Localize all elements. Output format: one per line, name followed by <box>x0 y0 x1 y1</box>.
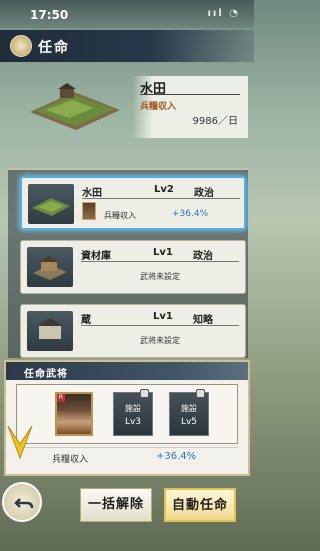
facility-slot-2[interactable]: 施設 Lv5 <box>169 389 209 436</box>
card-stat-label: 兵糧収入 <box>104 211 136 220</box>
general-portrait[interactable]: R <box>55 392 93 436</box>
card-status: 武将未設定 <box>140 336 180 345</box>
assign-header: 任命武将 <box>6 362 248 380</box>
back-button[interactable] <box>2 482 42 522</box>
assign-slots: R 施設 Lv3 施設 Lv5 <box>16 384 238 444</box>
facility-preview <box>24 70 248 140</box>
card-level: Lv1 <box>153 247 173 258</box>
facility-card-warehouse[interactable]: 蔵 Lv1 知略 武将未設定 <box>20 304 246 358</box>
slot-level: Lv3 <box>124 417 142 427</box>
rice-field-icon <box>32 198 70 216</box>
preview-stat-label: 兵糧収入 <box>140 102 177 112</box>
card-divider <box>81 261 239 262</box>
slot-label: 施設 <box>125 404 141 413</box>
card-attribute: 政治 <box>193 251 213 262</box>
facility-slot-1[interactable]: 施設 Lv3 <box>113 389 153 436</box>
slot-level: Lv5 <box>180 417 198 427</box>
facility-card-paddy[interactable]: 水田 Lv2 政治 兵糧収入 +36.4% <box>20 176 246 230</box>
preview-divider <box>140 94 240 95</box>
card-status: 武将未設定 <box>140 272 180 281</box>
assign-divider <box>16 447 238 448</box>
storehouse-icon <box>33 256 67 280</box>
card-divider <box>82 198 240 199</box>
facility-thumb <box>27 247 73 287</box>
auto-assign-button[interactable]: 自動任命 <box>164 488 236 522</box>
card-divider <box>81 325 239 326</box>
title-bar: 任命 <box>0 30 254 62</box>
card-level: Lv2 <box>154 184 174 195</box>
emblem-icon <box>10 35 32 57</box>
assign-panel: 任命武将 R 施設 Lv3 施設 Lv5 兵糧収入 +36.4% <box>4 360 250 476</box>
lock-icon <box>140 389 149 398</box>
general-mini-portrait <box>82 202 96 220</box>
facility-thumb <box>28 184 74 224</box>
status-bar: 17:50 ııl ◔ <box>0 0 254 28</box>
assign-title: 任命武将 <box>24 369 68 380</box>
lock-icon <box>196 389 205 398</box>
assign-stat-value: +36.4% <box>156 451 197 462</box>
chevron-down-icon[interactable] <box>6 424 34 466</box>
facility-thumb <box>27 311 73 351</box>
card-name: 水田 <box>82 188 102 199</box>
status-time: 17:50 <box>30 8 69 22</box>
card-name: 蔵 <box>81 315 91 326</box>
card-stat-value: +36.4% <box>172 209 209 219</box>
card-attribute: 政治 <box>194 188 214 199</box>
back-arrow-icon <box>14 498 34 509</box>
warehouse-icon <box>37 318 63 339</box>
bulk-release-button[interactable]: 一括解除 <box>80 488 152 522</box>
card-attribute: 知略 <box>193 315 213 326</box>
assign-stat-label: 兵糧収入 <box>52 455 89 465</box>
status-icons: ııl ◔ <box>207 8 240 19</box>
facility-card-storehouse[interactable]: 資材庫 Lv1 政治 武将未設定 <box>20 240 246 294</box>
preview-stat-value: 9986／日 <box>192 116 238 127</box>
slot-label: 施設 <box>181 404 197 413</box>
card-name: 資材庫 <box>81 251 111 262</box>
rice-field-icon <box>30 83 120 130</box>
rarity-badge: R <box>57 394 65 402</box>
card-level: Lv1 <box>153 311 173 322</box>
page-title: 任命 <box>38 40 70 56</box>
